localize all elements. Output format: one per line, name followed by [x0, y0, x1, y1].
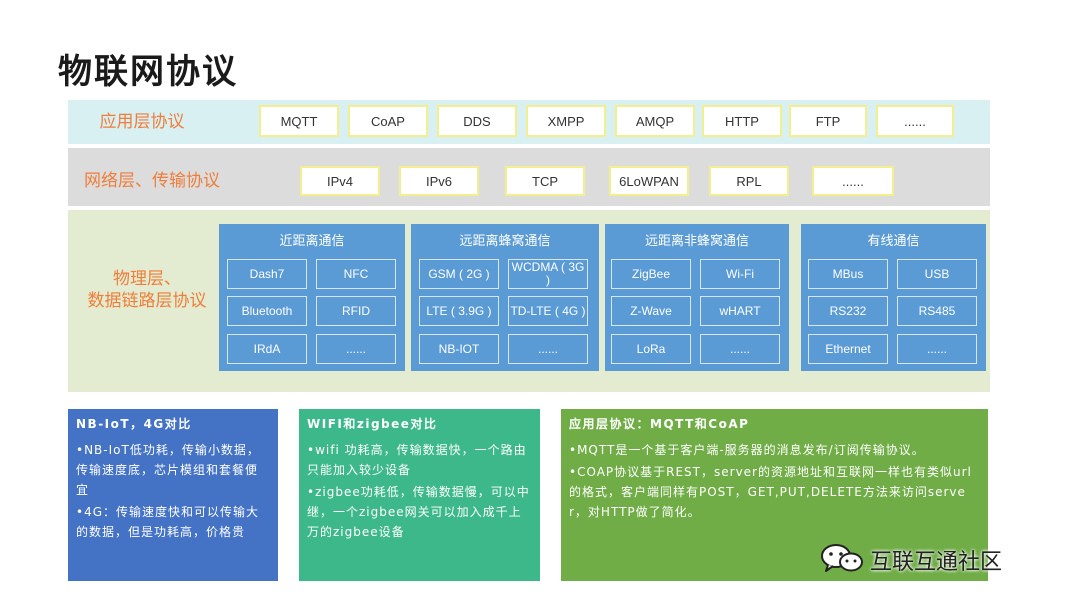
card-point: •zigbee功耗低，传输数据慢，可以中继，一个zigbee网关可以加入成千上万… [307, 485, 530, 539]
card-point: •NB-IoT低功耗，传输小数据，传输速度底，芯片模组和套餐便宜 [76, 443, 260, 497]
protocol-rpl: RPL [709, 166, 789, 196]
protocol-lora: LoRa [611, 334, 691, 364]
protocol-irda: IRdA [227, 334, 307, 364]
group-cellular: 远距离蜂窝通信 GSM ( 2G ) WCDMA ( 3G ) LTE ( 3.… [411, 224, 599, 371]
protocol-gsm: GSM ( 2G ) [419, 259, 499, 289]
application-layer-label: 应用层协议 [99, 112, 185, 132]
protocol-nb-iot: NB-IOT [419, 334, 499, 364]
wechat-icon [820, 543, 864, 577]
protocol-td-lte: TD-LTE ( 4G ) [508, 296, 588, 326]
card-title: 应用层协议：MQTT和CoAP [569, 417, 750, 431]
protocol-wcdma: WCDMA ( 3G ) [508, 259, 588, 289]
card-title: WIFI和zigbee对比 [307, 417, 438, 431]
group-title: 近距离通信 [279, 234, 345, 249]
physical-layer-label-line1: 物理层、 [113, 269, 181, 289]
card-point: •4G：传输速度快和可以传输大的数据，但是功耗高，价格贵 [76, 505, 260, 539]
protocol-whart: wHART [700, 296, 780, 326]
group-wired: 有线通信 MBus USB RS232 RS485 Ethernet .....… [801, 224, 986, 371]
physical-layer-label-line2: 数据链路层协议 [87, 291, 207, 311]
protocol-mqtt: MQTT [259, 105, 339, 137]
protocol-http: HTTP [702, 105, 782, 137]
group-non-cellular: 远距离非蜂窝通信 ZigBee Wi-Fi Z-Wave wHART LoRa … [605, 224, 789, 371]
protocol-6lowpan: 6LoWPAN [609, 166, 689, 196]
card-wifi-zigbee: WIFI和zigbee对比 •wifi 功耗高，传输数据快，一个路由只能加入较少… [299, 409, 540, 581]
protocol-usb: USB [897, 259, 977, 289]
card-nbiot-4g: NB-IoT，4G对比 •NB-IoT低功耗，传输小数据，传输速度底，芯片模组和… [68, 409, 278, 581]
watermark-text: 互联互通社区 [870, 550, 1003, 575]
protocol-ethernet: Ethernet [808, 334, 888, 364]
protocol-lte: LTE ( 3.9G ) [419, 296, 499, 326]
group-title: 远距离非蜂窝通信 [644, 234, 749, 249]
protocol-rs232: RS232 [808, 296, 888, 326]
protocol-rs485: RS485 [897, 296, 977, 326]
protocol-more-net: ...... [812, 166, 894, 196]
protocol-dds: DDS [437, 105, 517, 137]
page-title: 物联网协议 [58, 52, 238, 92]
card-point: •COAP协议基于REST，server的资源地址和互联网一样也有类似url的格… [569, 465, 972, 519]
physical-layer-label: 物理层、 数据链路层协议 [68, 268, 226, 312]
protocol-wifi: Wi-Fi [700, 259, 780, 289]
protocol-mbus: MBus [808, 259, 888, 289]
protocol-nfc: NFC [316, 259, 396, 289]
protocol-ftp: FTP [789, 105, 867, 137]
card-point: •wifi 功耗高，传输数据快，一个路由只能加入较少设备 [307, 443, 527, 477]
protocol-bluetooth: Bluetooth [227, 296, 307, 326]
protocol-dash7: Dash7 [227, 259, 307, 289]
protocol-coap: CoAP [348, 105, 428, 137]
card-point: •MQTT是一个基于客户端-服务器的消息发布/订阅传输协议。 [569, 443, 925, 457]
protocol-more-app: ...... [876, 105, 954, 137]
protocol-more: ...... [316, 334, 396, 364]
protocol-ipv4: IPv4 [300, 166, 380, 196]
protocol-zigbee: ZigBee [611, 259, 691, 289]
card-title: NB-IoT，4G对比 [76, 417, 192, 431]
protocol-more: ...... [508, 334, 588, 364]
group-title: 远距离蜂窝通信 [459, 234, 551, 249]
protocol-xmpp: XMPP [526, 105, 606, 137]
protocol-tcp: TCP [505, 166, 585, 196]
group-short-range: 近距离通信 Dash7 NFC Bluetooth RFID IRdA ....… [219, 224, 405, 371]
group-title: 有线通信 [867, 234, 920, 249]
watermark: 互联互通社区 [820, 543, 1003, 577]
network-layer-label: 网络层、传输协议 [84, 171, 220, 191]
protocol-ipv6: IPv6 [399, 166, 479, 196]
protocol-z-wave: Z-Wave [611, 296, 691, 326]
protocol-rfid: RFID [316, 296, 396, 326]
protocol-more: ...... [897, 334, 977, 364]
protocol-more: ...... [700, 334, 780, 364]
protocol-amqp: AMQP [615, 105, 695, 137]
